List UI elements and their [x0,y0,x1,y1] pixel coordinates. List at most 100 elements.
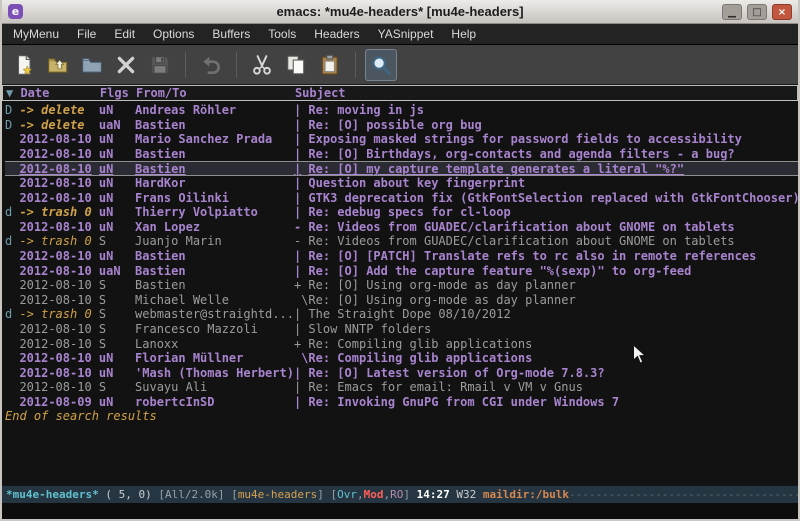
message-row[interactable]: D-> deleteuNAndreas Röhler|Re: moving in… [5,103,798,118]
cell-flags: uN [99,176,135,191]
cell-prefix [5,147,19,162]
cell-subject: Re: Emacs for email: Rmail v VM v Gnus [308,380,798,395]
cell-sep: | [294,249,308,264]
cell-from: Frans Oilinki [135,191,294,206]
menu-item-mymenu[interactable]: MyMenu [4,24,68,44]
maximize-button[interactable]: □ [747,4,767,20]
cell-prefix [5,249,19,264]
message-row[interactable]: 2012-08-10uNXan Lopez-Re: Videos from GU… [5,220,798,235]
paste-icon[interactable] [314,49,346,81]
cell-subject: Re: moving in js [308,103,798,118]
cell-prefix [5,264,19,279]
message-row[interactable]: 2012-08-10uNBastien|Re: [O] [PATCH] Tran… [5,249,798,264]
cell-prefix: D [5,118,19,133]
mode-line: *mu4e-headers* ( 5, 0) [All/2.0k] [mu4e-… [2,485,798,503]
cell-flags: S [99,337,135,352]
cell-sep: | [294,322,308,337]
message-row[interactable]: 2012-08-10uNHardKor|Question about key f… [5,176,798,191]
cell-subject: Re: Invoking GnuPG from CGI under Window… [308,395,798,410]
cell-date: 2012-08-10 [19,337,98,352]
column-header-flags[interactable]: Flgs [100,86,136,100]
modeline-segment: ----------------------------------------… [569,488,798,501]
cell-sep: | [294,380,308,395]
cell-prefix [5,220,19,235]
cell-subject: Slow NNTP folders [308,322,798,337]
cell-date: 2012-08-10 [19,293,98,308]
menu-item-options[interactable]: Options [144,24,203,44]
modeline-segment: Ovr [337,488,357,501]
emacs-window: e emacs: *mu4e-headers* [mu4e-headers] ▁… [0,0,800,521]
copy-icon[interactable] [280,49,312,81]
message-row[interactable]: 2012-08-10uNMario Sanchez Prada|Exposing… [5,132,798,147]
message-row[interactable]: d-> trash 0Swebmaster@straightd...|The S… [5,307,798,322]
cell-prefix [5,380,19,395]
message-row[interactable]: 2012-08-10SMichael Welle \Re: [O] Using … [5,293,798,308]
message-row[interactable]: 2012-08-10uNBastien|Re: [O] Birthdays, o… [5,147,798,162]
cell-subject: GTK3 deprecation fix (GtkFontSelection r… [308,191,798,206]
column-header-subject[interactable]: Subject [295,86,797,100]
menu-item-file[interactable]: File [68,24,105,44]
headers-columns-bar[interactable]: ▼ Date Flgs From/To Subject [2,85,798,101]
cell-subject: Re: Compiling glib applications [308,351,798,366]
modeline-segment: Mod [364,488,384,501]
message-row[interactable]: d-> trash 0uNThierry Volpiatto|Re: edebu… [5,205,798,220]
close-buffer-icon[interactable] [110,49,142,81]
modeline-segment: ] [317,488,330,501]
message-row[interactable]: D-> deleteuaNBastien|Re: [O] possible or… [5,118,798,133]
cell-from: webmaster@straightd... [135,307,294,322]
new-file-icon[interactable] [8,49,40,81]
save-icon [144,49,176,81]
cell-date: 2012-08-10 [19,264,98,279]
cell-sep: | [294,118,308,133]
cell-date: -> trash 0 [19,205,98,220]
message-row[interactable]: 2012-08-10uNFlorian Müllner \Re: Compili… [5,351,798,366]
cell-subject: Re: Videos from GUADEC/clarification abo… [308,234,798,249]
cell-subject: Re: [O] Birthdays, org-contacts and agen… [308,147,798,162]
cell-date: -> delete [19,118,98,133]
menu-bar: MyMenuFileEditOptionsBuffersToolsHeaders… [2,24,798,45]
cell-subject: Re: Videos from GUADEC/clarification abo… [308,220,798,235]
cell-flags: uN [99,132,135,147]
message-row[interactable]: 2012-08-10SLanoxx+Re: Compiling glib app… [5,337,798,352]
cell-from: robertcInSD [135,395,294,410]
menu-item-headers[interactable]: Headers [305,24,368,44]
menu-item-yasnippet[interactable]: YASnippet [369,24,443,44]
cell-date: 2012-08-10 [19,366,98,381]
message-row[interactable]: 2012-08-10SFrancesco Mazzoli|Slow NNTP f… [5,322,798,337]
menu-item-edit[interactable]: Edit [105,24,144,44]
message-row[interactable]: d-> trash 0SJuanjo Marin-Re: Videos from… [5,234,798,249]
cell-from: Michael Welle [135,293,294,308]
message-row[interactable]: 2012-08-10uN'Mash (Thomas Herbert)|Re: [… [5,366,798,381]
search-icon[interactable] [365,49,397,81]
close-button[interactable]: × [772,4,792,20]
cut-icon[interactable] [246,49,278,81]
message-row[interactable]: 2012-08-10SSuvayu Ali|Re: Emacs for emai… [5,380,798,395]
open-file-icon[interactable] [42,49,74,81]
toolbar-separator [185,52,186,78]
message-row[interactable]: 2012-08-10SBastien+Re: [O] Using org-mod… [5,278,798,293]
column-header-from[interactable]: From/To [136,86,295,100]
dired-folder-icon[interactable] [76,49,108,81]
cell-prefix [5,278,19,293]
echo-area[interactable] [2,503,798,519]
message-row[interactable]: 2012-08-10uNFrans Oilinki|GTK3 deprecati… [5,191,798,206]
menu-item-tools[interactable]: Tools [259,24,305,44]
cell-subject: Re: [O] Add the capture feature "%(sexp)… [308,264,798,279]
cell-subject: Re: edebug specs for cl-loop [308,205,798,220]
cell-flags: S [99,307,135,322]
cell-from: Bastien [135,278,294,293]
message-row[interactable]: 2012-08-10uaNBastien|Re: [O] Add the cap… [5,264,798,279]
message-row[interactable]: 2012-08-09uNrobertcInSD|Re: Invoking Gnu… [5,395,798,410]
message-row[interactable]: 2012-08-10uNBastien|Re: [O] my capture t… [5,161,798,176]
cell-date: 2012-08-10 [19,249,98,264]
title-bar[interactable]: e emacs: *mu4e-headers* [mu4e-headers] ▁… [2,0,798,24]
minimize-button[interactable]: ▁ [722,4,742,20]
column-header-date[interactable]: Date [20,86,99,100]
cell-prefix: d [5,205,19,220]
cell-flags: S [99,322,135,337]
cell-sep: | [294,162,308,175]
cell-subject: The Straight Dope 08/10/2012 [308,307,798,322]
cell-date: -> delete [19,103,98,118]
menu-item-help[interactable]: Help [442,24,485,44]
menu-item-buffers[interactable]: Buffers [203,24,259,44]
